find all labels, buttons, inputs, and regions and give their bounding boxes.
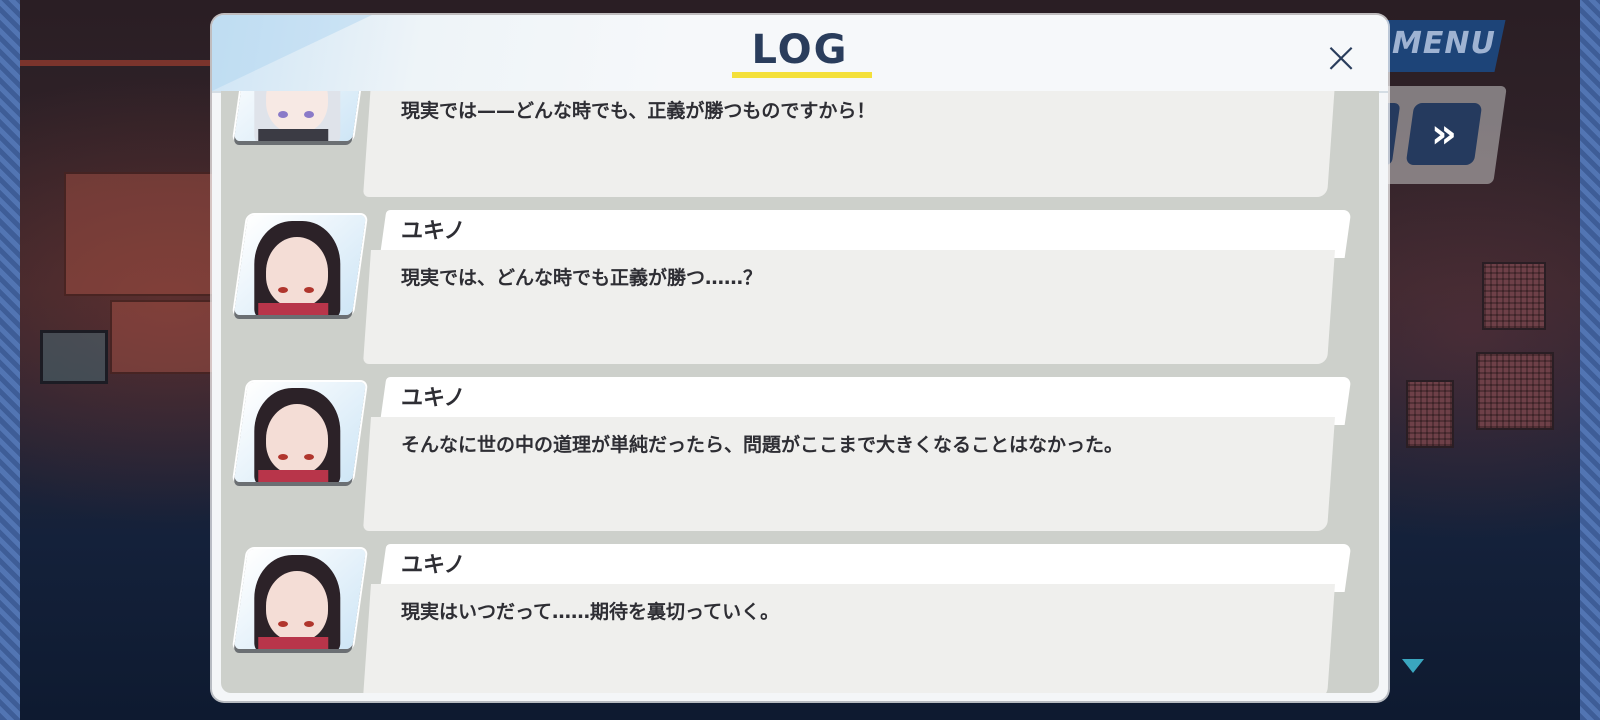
portrait-eye <box>304 111 315 118</box>
speaker-name: ユキノ <box>401 553 466 578</box>
portrait-eye <box>278 111 289 118</box>
speaker-name: ユキノ <box>401 386 466 411</box>
bg-light-strip <box>20 60 210 66</box>
close-button[interactable]: × <box>1318 35 1364 81</box>
bg-panel <box>1476 352 1554 430</box>
left-border-stripe <box>0 0 20 720</box>
log-header: LOG × <box>212 15 1388 93</box>
portrait-face <box>266 237 329 307</box>
portrait-collar <box>258 129 329 141</box>
bg-panel <box>1482 262 1546 330</box>
log-window: LOG × 現実では——どんな時でも、正義が勝つものですから！ ユキノ 現実では… <box>212 15 1388 701</box>
portrait-eye <box>304 287 315 293</box>
speaker-name: ユキノ <box>401 219 466 244</box>
log-title: LOG <box>751 27 849 73</box>
close-icon: × <box>1322 32 1360 83</box>
speaker-portrait <box>233 382 367 482</box>
portrait-eye <box>278 454 289 460</box>
fast-forward-button[interactable]: » <box>1405 103 1483 165</box>
dialog-text: そんなに世の中の道理が単純だったら、問題がここまで大きくなることはなかった。 <box>401 434 1124 456</box>
log-list[interactable]: 現実では——どんな時でも、正義が勝つものですから！ ユキノ 現実では、どんな時で… <box>221 91 1379 693</box>
portrait-eye <box>278 621 289 627</box>
fast-forward-icon: » <box>1431 111 1457 157</box>
dialog-text: 現実では、どんな時でも正義が勝つ……？ <box>401 267 763 289</box>
bg-panel <box>1406 380 1454 448</box>
speaker-portrait <box>233 215 367 315</box>
portrait-face <box>266 404 329 474</box>
speaker-portrait <box>233 91 367 141</box>
dialog-text: 現実はいつだって……期待を裏切っていく。 <box>401 601 780 623</box>
right-border-stripe <box>1580 0 1600 720</box>
portrait-eye <box>304 621 315 627</box>
log-entry: ユキノ 現実はいつだって……期待を裏切っていく。 <box>221 544 1379 693</box>
bg-screen <box>40 330 108 384</box>
menu-button-label[interactable]: MENU <box>1392 26 1496 61</box>
bg-monitor <box>110 300 224 374</box>
portrait-collar <box>258 637 329 649</box>
portrait-eye <box>278 287 289 293</box>
portrait-face <box>266 571 329 641</box>
speaker-portrait <box>233 549 367 649</box>
next-arrow-icon <box>1402 659 1424 673</box>
portrait-collar <box>258 470 329 482</box>
dialog-text: 現実では——どんな時でも、正義が勝つものですから！ <box>401 100 876 122</box>
portrait-eye <box>304 454 315 460</box>
log-entry: 現実では——どんな時でも、正義が勝つものですから！ <box>221 91 1379 208</box>
portrait-collar <box>258 303 329 315</box>
log-entry: ユキノ 現実では、どんな時でも正義が勝つ……？ <box>221 210 1379 375</box>
title-underline <box>732 72 872 78</box>
log-entry: ユキノ そんなに世の中の道理が単純だったら、問題がここまで大きくなることはなかっ… <box>221 377 1379 542</box>
bg-monitor <box>64 172 218 296</box>
